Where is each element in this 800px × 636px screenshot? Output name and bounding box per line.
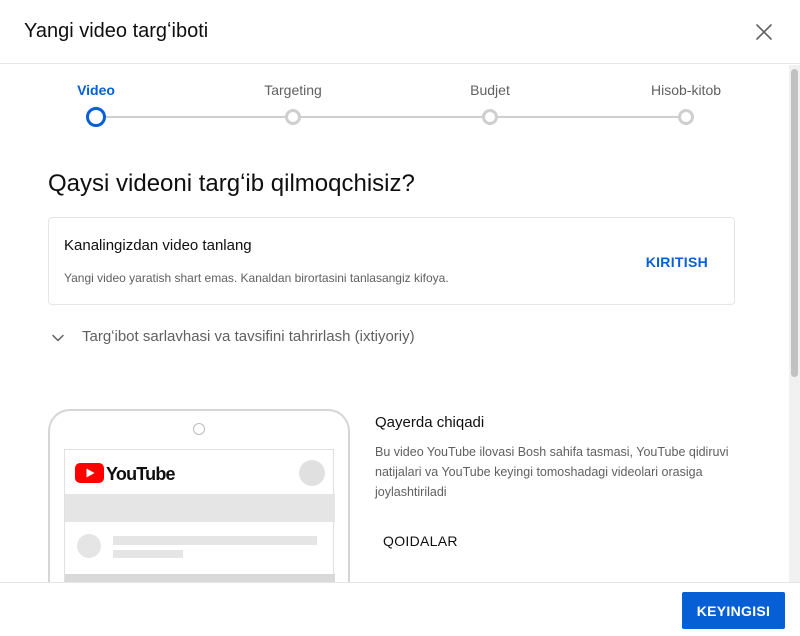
rules-button[interactable]: QOIDALAR xyxy=(383,533,458,549)
dialog-footer: KEYINGISI xyxy=(0,582,800,636)
phone-camera xyxy=(193,423,205,435)
placeholder-line xyxy=(113,550,183,558)
expander-label: Targʻibot sarlavhasi va tavsifini tahrir… xyxy=(82,328,415,345)
dialog-title: Yangi video targʻiboti xyxy=(24,20,209,42)
placeholder-line xyxy=(113,536,317,545)
step-indicator xyxy=(285,109,301,125)
close-icon xyxy=(756,24,772,40)
step-indicator-active xyxy=(86,107,106,127)
avatar-placeholder xyxy=(299,460,325,486)
dialog-header: Yangi video targʻiboti xyxy=(0,0,800,64)
select-video-subtitle: Yangi video yaratish shart emas. Kanalda… xyxy=(64,271,449,285)
step-label: Targeting xyxy=(264,82,322,98)
stepper-track xyxy=(96,116,686,118)
placement-title: Qayerda chiqadi xyxy=(375,414,485,431)
create-ad-dialog: Yangi video targʻiboti Video Targeting B… xyxy=(0,0,800,636)
select-video-card[interactable]: Kanalingizdan video tanlang Yangi video … xyxy=(48,217,735,305)
chevron-down-icon xyxy=(52,334,64,342)
step-indicator xyxy=(482,109,498,125)
step-targeting[interactable]: Targeting xyxy=(233,82,353,125)
placeholder-avatar xyxy=(77,534,101,558)
step-billing[interactable]: Hisob-kitob xyxy=(626,82,746,125)
step-video[interactable]: Video xyxy=(36,82,156,127)
youtube-logo-text: YouTube xyxy=(106,464,175,484)
youtube-header: YouTube xyxy=(65,450,335,494)
stepper: Video Targeting Budjet Hisob-kitob xyxy=(0,65,788,145)
placeholder-thumbnail xyxy=(65,574,335,582)
scrollbar-thumb[interactable] xyxy=(791,69,798,377)
phone-preview: YouTube xyxy=(48,409,350,582)
step-label: Video xyxy=(77,82,115,98)
placement-description: Bu video YouTube ilovasi Bosh sahifa tas… xyxy=(375,445,729,499)
page-title: Qaysi videoni targʻib qilmoqchisiz? xyxy=(48,170,415,197)
next-button[interactable]: KEYINGISI xyxy=(682,592,785,629)
youtube-logo-icon: YouTube xyxy=(75,463,175,484)
step-indicator xyxy=(678,109,694,125)
content-scrollbar[interactable] xyxy=(789,65,800,582)
phone-screen: YouTube xyxy=(64,449,335,582)
dialog-content: Video Targeting Budjet Hisob-kitob Qaysi… xyxy=(0,65,788,582)
step-budget[interactable]: Budjet xyxy=(430,82,550,125)
select-video-title: Kanalingizdan video tanlang xyxy=(64,237,252,254)
close-button[interactable] xyxy=(750,18,778,46)
step-label: Budjet xyxy=(470,82,510,98)
step-label: Hisob-kitob xyxy=(650,82,722,98)
placeholder-banner xyxy=(65,494,335,522)
enter-video-button[interactable]: KIRITISH xyxy=(646,254,708,270)
